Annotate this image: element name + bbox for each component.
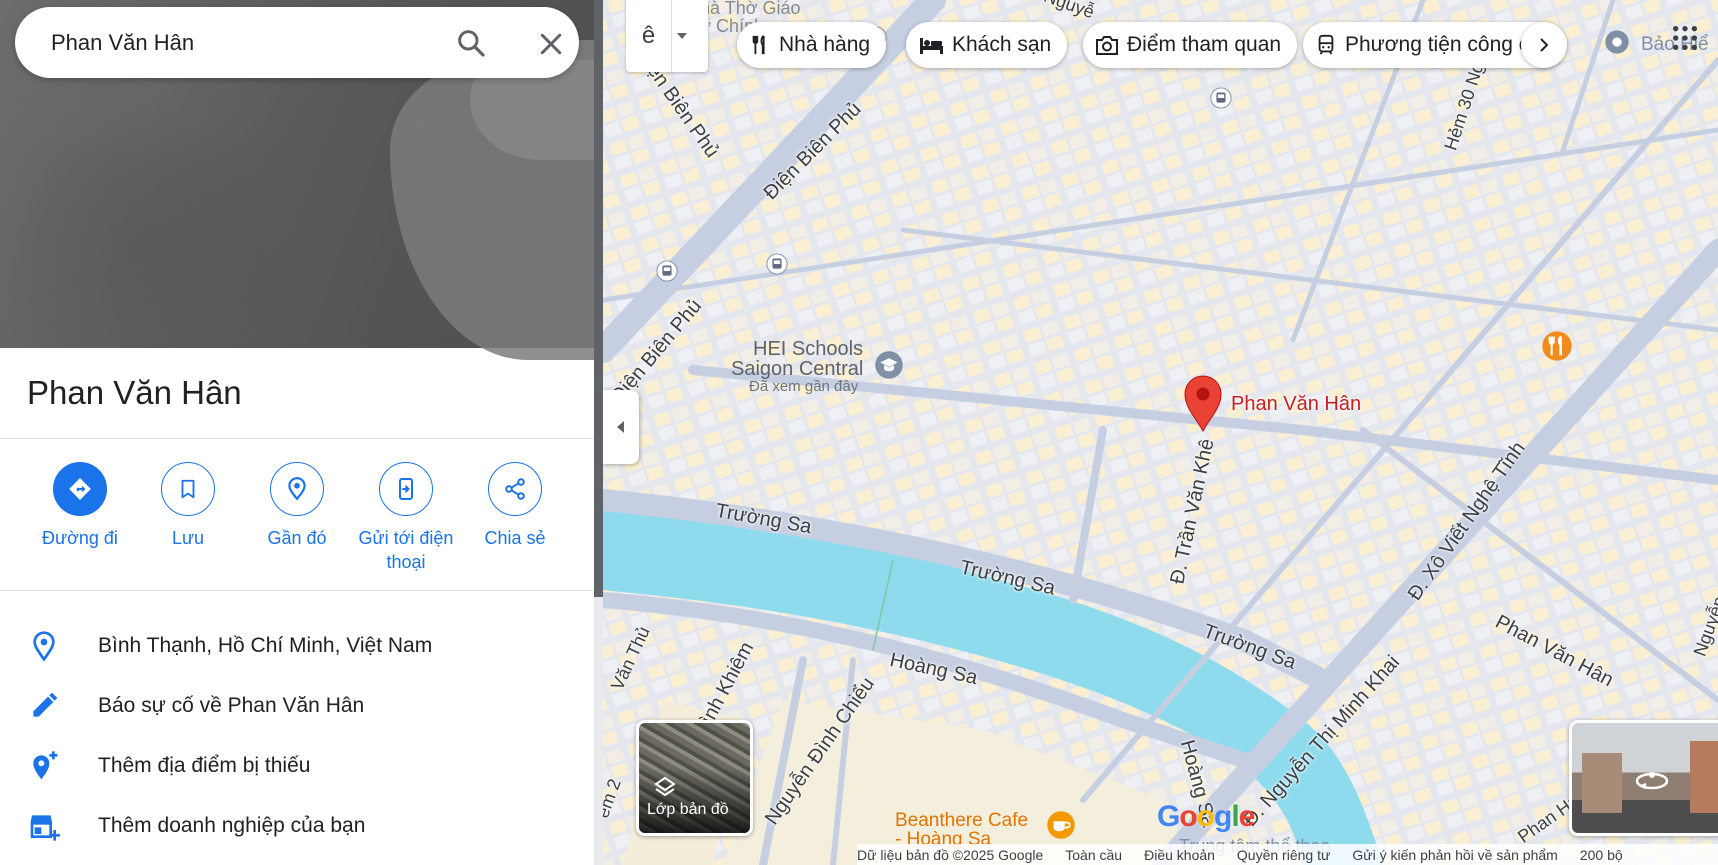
save-button[interactable]: Lưu: [128, 462, 248, 550]
dropdown-arrow-icon[interactable]: [676, 30, 688, 42]
panel-scrollbar[interactable]: [594, 0, 603, 597]
layers-button[interactable]: Lớp bản đồ: [636, 720, 753, 836]
school-icon[interactable]: [874, 350, 904, 380]
camera-icon: [1096, 36, 1118, 55]
chip-label: Điểm tham quan: [1127, 33, 1282, 56]
add-business-row[interactable]: Thêm doanh nghiệp của bạn: [0, 800, 594, 850]
chip-label: Khách sạn: [952, 33, 1052, 56]
poi-hei-sub: Đã xem gần đây: [749, 378, 859, 395]
share-icon: [505, 478, 525, 500]
add-business-text: Thêm doanh nghiệp của bạn: [98, 814, 366, 837]
save-circle: [161, 462, 215, 516]
chip-label: Phương tiện công c: [1345, 33, 1530, 56]
input-tools-label: ê: [626, 0, 672, 72]
pencil-icon: [33, 692, 58, 717]
google-letter: G: [1157, 800, 1180, 833]
maps-window: Phan Văn Hân Đường đi Lưu Gần đó: [0, 0, 1718, 865]
report-issue-text: Báo sự cố về Phan Văn Hân: [98, 694, 365, 717]
save-label: Lưu: [171, 528, 205, 548]
share-button[interactable]: Chia sẻ: [455, 462, 575, 550]
google-logo: Google: [1157, 800, 1256, 834]
scale-label[interactable]: 200 bộ: [1580, 847, 1623, 863]
apps-grid-icon[interactable]: [1669, 22, 1701, 54]
bookmark-icon: [181, 479, 195, 499]
caret-left-icon: [617, 421, 624, 433]
street-view-building: [1690, 741, 1718, 813]
layers-icon: [654, 776, 676, 797]
add-missing-place-row[interactable]: Thêm địa điểm bị thiếu: [0, 740, 594, 790]
directions-button[interactable]: Đường đi: [20, 462, 140, 550]
search-input[interactable]: [51, 29, 431, 56]
train-icon: [1318, 34, 1334, 55]
google-letter: o: [1196, 800, 1215, 833]
feedback-link[interactable]: Gửi ý kiến phản hồi về sản phẩm: [1352, 847, 1558, 863]
add-business-icon: [30, 815, 60, 841]
chip-hotels[interactable]: Khách sạn: [906, 22, 1068, 68]
bus-stop-icon[interactable]: [1210, 87, 1232, 109]
address-text: Bình Thạnh, Hồ Chí Minh, Việt Nam: [98, 634, 433, 657]
global-link[interactable]: Toàn cầu: [1065, 847, 1122, 863]
rotate-360-icon: [1635, 772, 1669, 790]
chip-label: Nhà hàng: [779, 33, 871, 56]
bus-stop-icon[interactable]: [656, 260, 678, 282]
search-button[interactable]: [455, 27, 487, 59]
directions-label: Đường đi: [42, 528, 118, 548]
layers-label: Lớp bản đồ: [647, 801, 729, 818]
send-to-phone-icon: [399, 478, 413, 500]
map-canvas[interactable]: Nhà Thờ Giáo Xứ Chính... HEI Schools Sai…: [603, 0, 1718, 865]
nearby-circle: [270, 462, 324, 516]
google-letter: e: [1238, 800, 1256, 833]
send-to-phone-label: Gửi tới điện thoại: [358, 528, 454, 572]
chevron-right-icon: [1540, 38, 1549, 52]
place-title: Phan Văn Hân: [27, 374, 242, 411]
nearby-label: Gần đó: [267, 528, 327, 548]
hotel-icon: [920, 38, 943, 54]
chip-attractions[interactable]: Điểm tham quan: [1083, 22, 1298, 68]
place-marker-icon[interactable]: [1603, 28, 1631, 56]
share-circle: [488, 462, 542, 516]
send-to-phone-circle: [379, 462, 433, 516]
input-tools-button[interactable]: ê: [626, 0, 708, 72]
add-location-icon: [33, 751, 58, 780]
terms-link[interactable]: Điều khoản: [1144, 847, 1215, 863]
panel-scrollbar-track: [594, 597, 603, 865]
place-panel: Phan Văn Hân Đường đi Lưu Gần đó: [0, 0, 594, 865]
google-letter: l: [1231, 800, 1239, 833]
location-pin-marker[interactable]: [1183, 374, 1223, 432]
clear-search-button[interactable]: [536, 29, 566, 59]
cafe-icon[interactable]: [1046, 810, 1076, 840]
street-view-building: [1582, 753, 1622, 813]
action-bar: Đường đi Lưu Gần đó Gửi tới điện thoại C…: [20, 462, 580, 582]
search-box: [15, 7, 579, 78]
send-to-phone-button[interactable]: Gửi tới điện thoại: [346, 462, 466, 574]
nearby-button[interactable]: Gần đó: [237, 462, 357, 550]
divider: [0, 590, 594, 591]
bus-stop-icon[interactable]: [766, 253, 788, 275]
chips-next-button[interactable]: [1521, 22, 1567, 68]
google-letter: o: [1179, 800, 1197, 833]
restaurant-icon: [752, 35, 765, 55]
street-view-button[interactable]: [1569, 720, 1718, 836]
directions-circle: [53, 462, 107, 516]
directions-icon: [69, 478, 91, 500]
map-footer: Dữ liệu bản đồ ©2025 Google Toàn cầu Điề…: [857, 844, 1718, 865]
map-data-attribution: Dữ liệu bản đồ ©2025 Google: [857, 846, 1044, 863]
location-pin-icon: [33, 631, 55, 662]
close-icon: [540, 33, 562, 55]
search-icon: [458, 30, 485, 57]
share-label: Chia sẻ: [484, 528, 546, 548]
restaurant-icon[interactable]: [1541, 330, 1573, 362]
pin-label[interactable]: Phan Văn Hân: [1231, 393, 1361, 416]
add-missing-place-text: Thêm địa điểm bị thiếu: [98, 754, 311, 777]
address-row[interactable]: Bình Thạnh, Hồ Chí Minh, Việt Nam: [0, 620, 594, 670]
divider: [0, 438, 594, 439]
nearby-icon: [288, 477, 306, 501]
report-issue-row[interactable]: Báo sự cố về Phan Văn Hân: [0, 680, 594, 730]
google-letter: g: [1214, 800, 1232, 833]
map-base: [603, 0, 1718, 865]
privacy-link[interactable]: Quyền riêng tư: [1237, 847, 1330, 863]
chip-restaurants[interactable]: Nhà hàng: [737, 22, 887, 68]
collapse-panel-button[interactable]: [603, 390, 639, 464]
